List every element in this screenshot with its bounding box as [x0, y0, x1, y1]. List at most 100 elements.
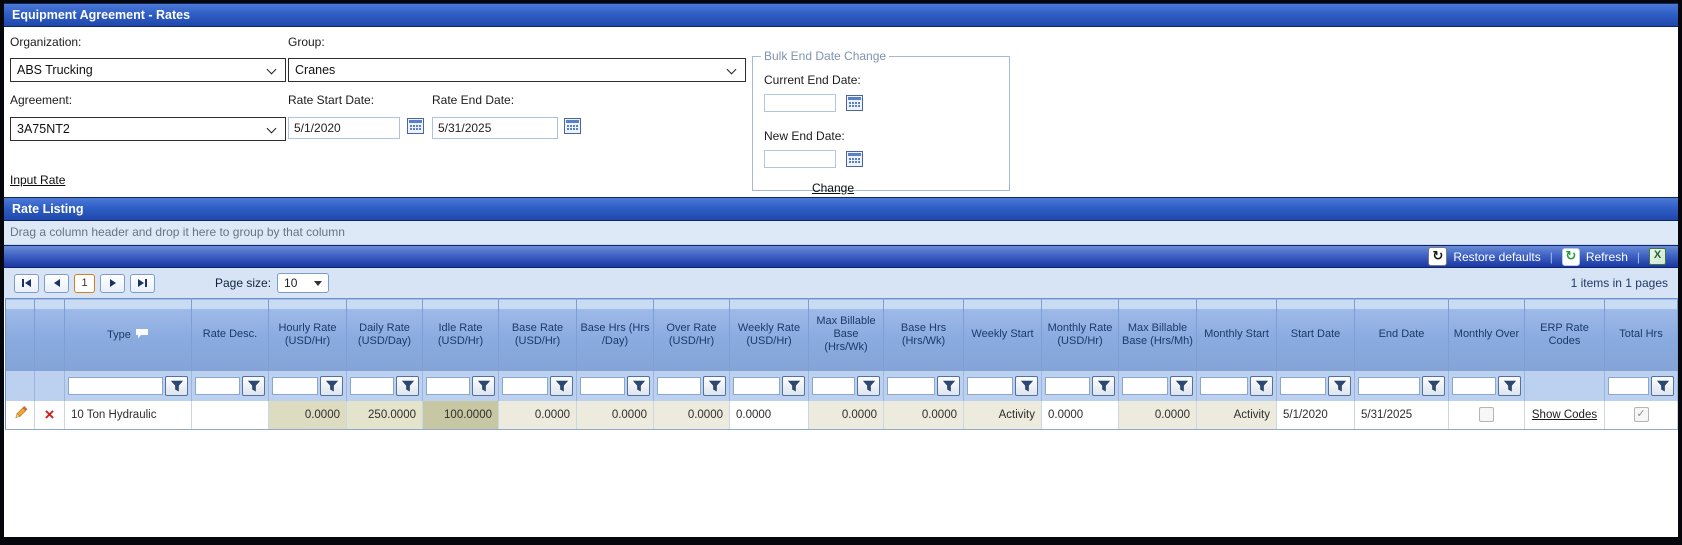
chevron-down-icon	[267, 65, 277, 75]
filter-button-hourly-rate[interactable]	[320, 376, 343, 396]
filter-button-monthly-rate[interactable]	[1092, 376, 1115, 396]
filter-button-max-billable-base-wk[interactable]	[857, 376, 880, 396]
current-end-calendar-icon[interactable]	[845, 95, 864, 113]
organization-select[interactable]: ABS Trucking	[10, 58, 286, 82]
filter-button-weekly-rate[interactable]	[782, 376, 805, 396]
column-header-erp-rate-codes[interactable]: ERP Rate Codes	[1525, 299, 1605, 371]
filter-button-type[interactable]	[165, 376, 188, 396]
pager-last-button[interactable]	[130, 274, 155, 293]
filter-input-type[interactable]	[68, 377, 163, 395]
column-header-over-rate[interactable]: Over Rate (USD/Hr)	[654, 299, 730, 371]
filter-input-weekly-rate[interactable]	[733, 377, 780, 395]
input-rate-link[interactable]: Input Rate	[10, 173, 65, 187]
column-header-max-billable-base-wk[interactable]: Max Billable Base (Hrs/Wk)	[809, 299, 884, 371]
restore-defaults-icon[interactable]: ↻	[1428, 247, 1447, 266]
filter-button-start-date[interactable]	[1328, 376, 1351, 396]
filter-input-max-billable-base-wk[interactable]	[812, 377, 855, 395]
rate-start-date-input[interactable]	[288, 117, 400, 139]
filter-button-over-rate[interactable]	[703, 376, 726, 396]
filter-button-rate-desc[interactable]	[242, 376, 265, 396]
column-header-base-hrs[interactable]: Base Hrs (Hrs /Day)	[577, 299, 654, 371]
filter-button-max-billable-base-mh[interactable]	[1170, 376, 1193, 396]
column-header-rate-desc[interactable]: Rate Desc.	[192, 299, 269, 371]
column-header-monthly-rate[interactable]: Monthly Rate (USD/Hr)	[1042, 299, 1119, 371]
filter-input-idle-rate[interactable]	[426, 377, 470, 395]
filter-button-base-rate[interactable]	[550, 376, 573, 396]
page-size-select[interactable]: 10	[277, 273, 329, 293]
filter-button-weekly-start[interactable]	[1015, 376, 1038, 396]
column-header-end-date[interactable]: End Date	[1355, 299, 1449, 371]
restore-defaults-button[interactable]: Restore defaults	[1453, 250, 1540, 264]
agreement-select[interactable]: 3A75NT2	[10, 117, 286, 141]
filter-input-start-date[interactable]	[1280, 377, 1326, 395]
rate-end-date-input[interactable]	[432, 117, 558, 139]
show-codes-link[interactable]: Show Codes	[1532, 409, 1597, 421]
column-header-base-rate[interactable]: Base Rate (USD/Hr)	[499, 299, 577, 371]
pager-next-button[interactable]	[100, 274, 125, 293]
column-header-total-hrs[interactable]: Total Hrs	[1605, 299, 1678, 371]
filter-input-daily-rate[interactable]	[350, 377, 394, 395]
column-header-weekly-start[interactable]: Weekly Start	[964, 299, 1042, 371]
pager-prev-button[interactable]	[44, 274, 69, 293]
delete-row-icon[interactable]: ×	[45, 405, 55, 424]
rate-start-calendar-icon[interactable]	[406, 118, 425, 136]
cell-monthly-rate: 0.0000	[1042, 401, 1119, 430]
column-header-idle-rate[interactable]: Idle Rate (USD/Hr)	[423, 299, 499, 371]
monthly-over-checkbox[interactable]	[1479, 407, 1494, 422]
column-header-weekly-rate[interactable]: Weekly Rate (USD/Hr)	[730, 299, 809, 371]
cell-over-rate: 0.0000	[654, 401, 730, 430]
filter-button-idle-rate[interactable]	[472, 376, 495, 396]
new-end-calendar-icon[interactable]	[845, 151, 864, 169]
group-select[interactable]: Cranes	[288, 58, 746, 82]
filter-input-monthly-start[interactable]	[1200, 377, 1248, 395]
refresh-icon[interactable]: ↻	[1562, 248, 1580, 266]
column-header-daily-rate[interactable]: Daily Rate (USD/Day)	[347, 299, 423, 371]
filter-input-base-rate[interactable]	[502, 377, 548, 395]
toolbar-separator: |	[1637, 250, 1640, 264]
filter-input-over-rate[interactable]	[657, 377, 701, 395]
column-header-base-hrs-wk[interactable]: Base Hrs (Hrs/Wk)	[884, 299, 964, 371]
app-window: Equipment Agreement - Rates Organization…	[4, 3, 1678, 537]
column-header-type[interactable]: Type	[65, 299, 192, 371]
edit-row-icon[interactable]	[12, 405, 29, 424]
filter-input-base-hrs-wk[interactable]	[887, 377, 935, 395]
pager-page-1-button[interactable]: 1	[74, 274, 95, 293]
filter-input-max-billable-base-mh[interactable]	[1122, 377, 1168, 395]
filter-button-base-hrs-wk[interactable]	[937, 376, 960, 396]
column-header-hourly-rate[interactable]: Hourly Rate (USD/Hr)	[269, 299, 347, 371]
column-header-monthly-start[interactable]: Monthly Start	[1197, 299, 1277, 371]
filter-input-monthly-over[interactable]	[1452, 377, 1496, 395]
column-header-start-date[interactable]: Start Date	[1277, 299, 1355, 371]
filter-input-end-date[interactable]	[1358, 377, 1420, 395]
new-end-date-input[interactable]	[764, 150, 836, 168]
refresh-button[interactable]: Refresh	[1586, 250, 1628, 264]
pager-bar: 1 Page size: 10 1 items in 1 pages	[4, 268, 1678, 298]
filter-button-base-hrs[interactable]	[627, 376, 650, 396]
current-end-date-input[interactable]	[764, 94, 836, 112]
filter-input-rate-desc[interactable]	[195, 377, 240, 395]
filter-button-monthly-over[interactable]	[1498, 376, 1521, 396]
export-excel-icon[interactable]: X	[1649, 248, 1666, 265]
filter-cell-max-billable-base-wk	[809, 371, 884, 401]
column-header-edit-action	[6, 299, 35, 371]
total-hrs-checkbox[interactable]	[1634, 407, 1649, 422]
filter-cell-start-date	[1277, 371, 1355, 401]
grid-filter-row	[6, 371, 1678, 401]
filter-button-daily-rate[interactable]	[396, 376, 419, 396]
column-header-max-billable-base-mh[interactable]: Max Billable Base (Hrs/Mh)	[1119, 299, 1197, 371]
rate-end-calendar-icon[interactable]	[563, 118, 582, 136]
change-link[interactable]: Change	[793, 181, 873, 195]
filter-input-monthly-rate[interactable]	[1045, 377, 1090, 395]
screen: Equipment Agreement - Rates Organization…	[0, 0, 1682, 545]
filter-button-monthly-start[interactable]	[1250, 376, 1273, 396]
filter-input-hourly-rate[interactable]	[272, 377, 318, 395]
new-end-date-label: New End Date:	[764, 129, 845, 143]
group-drop-zone[interactable]: Drag a column header and drop it here to…	[4, 221, 1678, 245]
filter-button-end-date[interactable]	[1422, 376, 1445, 396]
filter-input-base-hrs[interactable]	[580, 377, 625, 395]
pager-first-button[interactable]	[14, 274, 39, 293]
filter-input-weekly-start[interactable]	[967, 377, 1013, 395]
filter-button-total-hrs[interactable]	[1651, 376, 1674, 396]
filter-input-total-hrs[interactable]	[1608, 377, 1649, 395]
column-header-monthly-over[interactable]: Monthly Over	[1449, 299, 1525, 371]
